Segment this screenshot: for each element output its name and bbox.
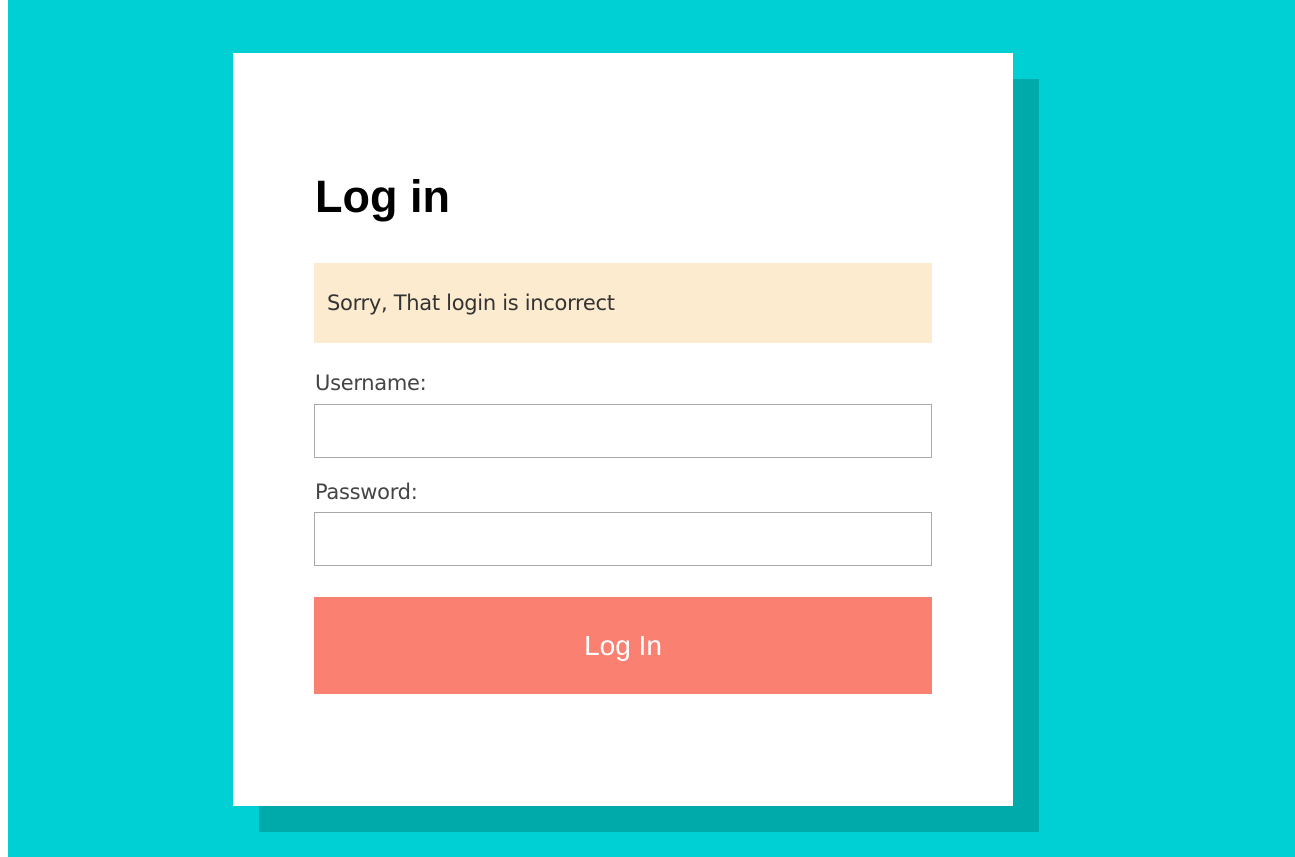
page-title: Log in <box>315 171 450 222</box>
error-alert: Sorry, That login is incorrect <box>314 263 932 343</box>
error-alert-message: Sorry, That login is incorrect <box>327 291 615 315</box>
page-background: Log in Sorry, That login is incorrect Us… <box>8 0 1295 857</box>
username-label: Username: <box>315 371 427 395</box>
login-button[interactable]: Log In <box>314 597 932 694</box>
username-field[interactable] <box>314 404 932 458</box>
login-card: Log in Sorry, That login is incorrect Us… <box>233 53 1013 806</box>
password-label: Password: <box>315 480 418 504</box>
password-field[interactable] <box>314 512 932 566</box>
